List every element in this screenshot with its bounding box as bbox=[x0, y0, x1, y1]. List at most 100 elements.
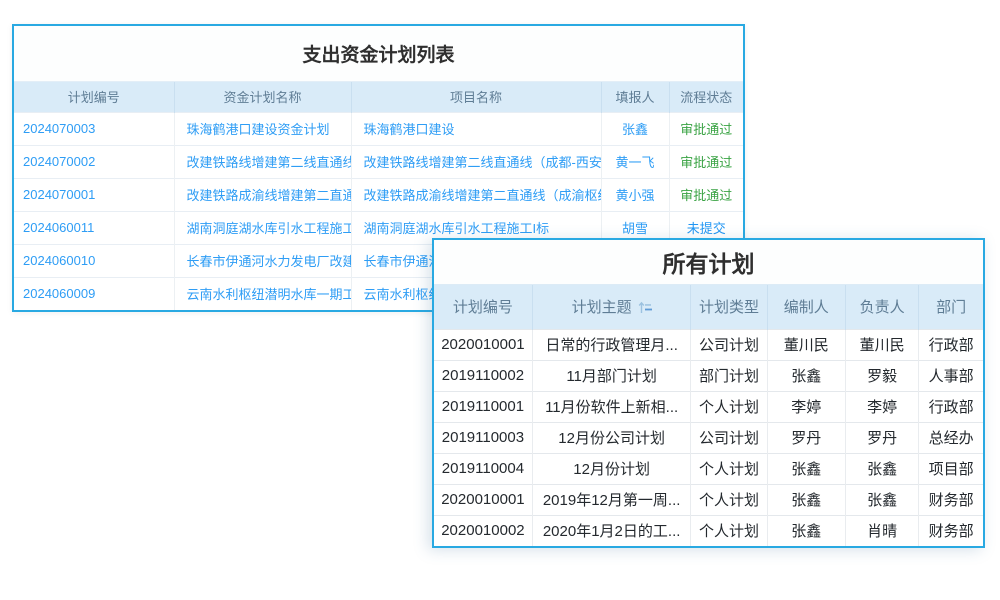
column-header-creator: 编制人 bbox=[767, 285, 845, 329]
column-header-plan_no: 计划编号 bbox=[14, 82, 174, 112]
table-row[interactable]: 201911000111月份软件上新相...个人计划李婷李婷行政部 bbox=[434, 391, 983, 422]
status-cell: 审批通过 bbox=[669, 178, 743, 211]
creator-cell: 董川民 bbox=[767, 329, 845, 360]
fund_plan_name-cell[interactable]: 湖南洞庭湖水库引水工程施工I标资金计划 bbox=[174, 211, 351, 244]
plan_no-cell[interactable]: 2024060011 bbox=[14, 211, 174, 244]
plan_no-cell[interactable]: 2024070001 bbox=[14, 178, 174, 211]
subject-cell: 12月份计划 bbox=[532, 453, 691, 484]
column-header-plan_no: 计划编号 bbox=[434, 285, 532, 329]
owner-cell: 张鑫 bbox=[845, 453, 918, 484]
column-header-label: 部门 bbox=[936, 299, 966, 316]
column-header-label: 项目名称 bbox=[450, 90, 502, 105]
subject-cell: 11月份软件上新相... bbox=[532, 391, 691, 422]
column-header-dept: 部门 bbox=[919, 285, 983, 329]
plan_no-cell: 2019110003 bbox=[434, 422, 532, 453]
table-row[interactable]: 20200100012019年12月第一周...个人计划张鑫张鑫财务部 bbox=[434, 484, 983, 515]
fund_plan_name-cell[interactable]: 云南水利枢纽潜明水库一期工程施工I标资金计划 bbox=[174, 277, 351, 310]
all-plans-title: 所有计划 bbox=[434, 240, 983, 285]
type-cell: 个人计划 bbox=[691, 453, 767, 484]
type-cell: 个人计划 bbox=[691, 484, 767, 515]
creator-cell: 张鑫 bbox=[767, 484, 845, 515]
column-header-label: 流程状态 bbox=[680, 90, 732, 105]
owner-cell: 张鑫 bbox=[845, 484, 918, 515]
plan_no-cell[interactable]: 2024060010 bbox=[14, 244, 174, 277]
creator-cell: 张鑫 bbox=[767, 515, 845, 546]
column-header-owner: 负责人 bbox=[845, 285, 918, 329]
dept-cell: 行政部 bbox=[919, 329, 983, 360]
dept-cell: 项目部 bbox=[919, 453, 983, 484]
creator-cell: 李婷 bbox=[767, 391, 845, 422]
subject-cell: 2020年1月2日的工... bbox=[532, 515, 691, 546]
plan_no-cell[interactable]: 2024070003 bbox=[14, 112, 174, 145]
owner-cell: 董川民 bbox=[845, 329, 918, 360]
column-header-label: 计划编号 bbox=[68, 90, 120, 105]
status-cell: 审批通过 bbox=[669, 112, 743, 145]
dept-cell: 总经办 bbox=[919, 422, 983, 453]
subject-cell: 日常的行政管理月... bbox=[532, 329, 691, 360]
subject-cell: 2019年12月第一周... bbox=[532, 484, 691, 515]
column-header-status: 流程状态 bbox=[669, 82, 743, 112]
filler-cell: 黄一飞 bbox=[601, 145, 669, 178]
plan_no-cell[interactable]: 2024070002 bbox=[14, 145, 174, 178]
table-row[interactable]: 201911000312月份公司计划公司计划罗丹罗丹总经办 bbox=[434, 422, 983, 453]
owner-cell: 李婷 bbox=[845, 391, 918, 422]
owner-cell: 肖晴 bbox=[845, 515, 918, 546]
table-row[interactable]: 201911000412月份计划个人计划张鑫张鑫项目部 bbox=[434, 453, 983, 484]
type-cell: 个人计划 bbox=[691, 515, 767, 546]
column-header-label: 资金计划名称 bbox=[223, 90, 301, 105]
dept-cell: 行政部 bbox=[919, 391, 983, 422]
column-header-filler: 填报人 bbox=[601, 82, 669, 112]
column-header-label: 填报人 bbox=[615, 90, 654, 105]
plan_no-cell: 2020010001 bbox=[434, 329, 532, 360]
all-plans-panel: 所有计划 计划编号计划主题计划类型编制人负责人部门 2020010001日常的行… bbox=[432, 238, 985, 548]
creator-cell: 张鑫 bbox=[767, 453, 845, 484]
column-header-label: 计划编号 bbox=[453, 299, 513, 316]
type-cell: 公司计划 bbox=[691, 422, 767, 453]
sort-ascending-icon[interactable] bbox=[638, 301, 652, 314]
table-row[interactable]: 2024070003珠海鹤港口建设资金计划珠海鹤港口建设张鑫审批通过 bbox=[14, 112, 743, 145]
dept-cell: 财务部 bbox=[919, 515, 983, 546]
creator-cell: 张鑫 bbox=[767, 360, 845, 391]
project_name-cell[interactable]: 改建铁路线增建第二线直通线（成都-西安）电... bbox=[351, 145, 601, 178]
column-header-project_name: 项目名称 bbox=[351, 82, 601, 112]
fund_plan_name-cell[interactable]: 长春市伊通河水力发电厂改建工程资金计划 bbox=[174, 244, 351, 277]
fund_plan_name-cell[interactable]: 珠海鹤港口建设资金计划 bbox=[174, 112, 351, 145]
filler-cell: 张鑫 bbox=[601, 112, 669, 145]
project_name-cell[interactable]: 珠海鹤港口建设 bbox=[351, 112, 601, 145]
plan_no-cell: 2019110002 bbox=[434, 360, 532, 391]
column-header-label: 编制人 bbox=[784, 299, 829, 316]
type-cell: 个人计划 bbox=[691, 391, 767, 422]
plan_no-cell: 2019110001 bbox=[434, 391, 532, 422]
table-row[interactable]: 2020010001日常的行政管理月...公司计划董川民董川民行政部 bbox=[434, 329, 983, 360]
type-cell: 部门计划 bbox=[691, 360, 767, 391]
plan_no-cell: 2019110004 bbox=[434, 453, 532, 484]
plan_no-cell: 2020010002 bbox=[434, 515, 532, 546]
column-header-fund_plan_name: 资金计划名称 bbox=[174, 82, 351, 112]
table-row[interactable]: 201911000211月部门计划部门计划张鑫罗毅人事部 bbox=[434, 360, 983, 391]
plan_no-cell: 2020010001 bbox=[434, 484, 532, 515]
dept-cell: 财务部 bbox=[919, 484, 983, 515]
type-cell: 公司计划 bbox=[691, 329, 767, 360]
project_name-cell[interactable]: 改建铁路成渝线增建第二直通线（成渝枢纽）... bbox=[351, 178, 601, 211]
filler-cell: 黄小强 bbox=[601, 178, 669, 211]
all-plans-table: 计划编号计划主题计划类型编制人负责人部门 2020010001日常的行政管理月.… bbox=[434, 285, 983, 546]
creator-cell: 罗丹 bbox=[767, 422, 845, 453]
expense-fund-plan-title: 支出资金计划列表 bbox=[14, 26, 743, 82]
status-cell: 审批通过 bbox=[669, 145, 743, 178]
owner-cell: 罗毅 bbox=[845, 360, 918, 391]
owner-cell: 罗丹 bbox=[845, 422, 918, 453]
plan_no-cell[interactable]: 2024060009 bbox=[14, 277, 174, 310]
column-header-subject[interactable]: 计划主题 bbox=[532, 285, 691, 329]
table-row[interactable]: 20200100022020年1月2日的工...个人计划张鑫肖晴财务部 bbox=[434, 515, 983, 546]
table-row[interactable]: 2024070002改建铁路线增建第二线直通线（成都-西安）电...改建铁路线增… bbox=[14, 145, 743, 178]
table-row[interactable]: 2024070001改建铁路成渝线增建第二直通线（成渝枢纽）...改建铁路成渝线… bbox=[14, 178, 743, 211]
fund_plan_name-cell[interactable]: 改建铁路成渝线增建第二直通线（成渝枢纽）... bbox=[174, 178, 351, 211]
table-header-row: 计划编号 资金计划名称 项目名称 填报人 流程状态 bbox=[14, 82, 743, 112]
subject-cell: 12月份公司计划 bbox=[532, 422, 691, 453]
column-header-label: 计划类型 bbox=[699, 299, 759, 316]
fund_plan_name-cell[interactable]: 改建铁路线增建第二线直通线（成都-西安）电... bbox=[174, 145, 351, 178]
table-header-row: 计划编号 计划主题 计划类型 编制人 负责人 部门 bbox=[434, 285, 983, 329]
column-header-label: 负责人 bbox=[860, 299, 905, 316]
column-header-label: 计划主题 bbox=[572, 299, 632, 316]
column-header-type: 计划类型 bbox=[691, 285, 767, 329]
